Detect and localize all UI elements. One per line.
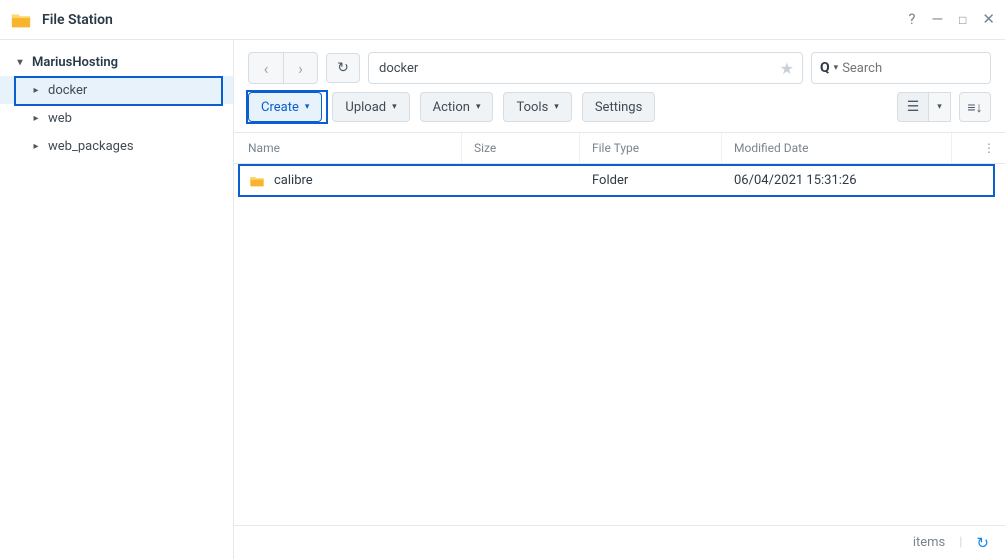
- help-icon[interactable]: ?: [908, 12, 915, 27]
- status-reload-button[interactable]: ↻: [976, 534, 989, 552]
- sort-icon: ≡↓: [967, 99, 982, 116]
- nav-forward-button[interactable]: ›: [283, 53, 317, 83]
- app-folder-icon: [10, 9, 32, 31]
- path-input[interactable]: docker ★: [368, 52, 803, 84]
- minimize-icon[interactable]: —: [931, 12, 943, 27]
- search-icon: Q: [820, 60, 830, 76]
- nav-back-button[interactable]: ‹: [249, 53, 283, 83]
- list-view-button[interactable]: ☰: [897, 92, 929, 122]
- content-area: ‹ › ↻ docker ★ Q▾ Create ▾ Upload ▾: [234, 40, 1005, 559]
- view-buttons: ☰ ▾ ≡↓: [897, 92, 991, 122]
- reload-icon: ↻: [337, 60, 349, 76]
- create-button[interactable]: Create ▾: [248, 92, 322, 122]
- caret-down-icon: ▾: [14, 57, 26, 68]
- cell-name: calibre: [234, 173, 462, 189]
- col-menu[interactable]: ⋮: [952, 133, 1005, 163]
- tree-item-label: docker: [48, 83, 87, 98]
- settings-button[interactable]: Settings: [582, 92, 655, 122]
- cell-modified: 06/04/2021 15:31:26: [722, 173, 952, 188]
- app-title: File Station: [42, 12, 908, 28]
- tree-root-label: MariusHosting: [32, 55, 118, 70]
- status-bar: items | ↻: [234, 525, 1005, 559]
- action-label: Action: [433, 100, 470, 115]
- list-icon: ☰: [907, 99, 920, 115]
- view-dropdown-button[interactable]: ▾: [929, 92, 951, 122]
- table-row[interactable]: calibre Folder 06/04/2021 15:31:26: [234, 164, 1005, 197]
- maximize-icon[interactable]: □: [959, 14, 966, 26]
- chevron-down-icon: ▾: [476, 102, 481, 112]
- row-name: calibre: [274, 173, 313, 188]
- folder-icon: [248, 173, 266, 189]
- search-box[interactable]: Q▾: [811, 52, 991, 84]
- items-label: items: [913, 535, 945, 550]
- tree-root[interactable]: ▾ MariusHosting: [0, 48, 233, 76]
- tree-item-label: web: [48, 111, 72, 126]
- close-icon[interactable]: ✕: [982, 12, 995, 27]
- action-button[interactable]: Action ▾: [420, 92, 494, 122]
- create-label: Create: [261, 100, 299, 115]
- tree-item-web[interactable]: ▸ web: [0, 104, 233, 132]
- nav-buttons: ‹ ›: [248, 52, 318, 84]
- tree-item-docker[interactable]: ▸ docker: [0, 76, 233, 104]
- star-icon[interactable]: ★: [780, 59, 794, 78]
- upload-button[interactable]: Upload ▾: [332, 92, 409, 122]
- titlebar: File Station ? — □ ✕: [0, 0, 1005, 40]
- col-name[interactable]: Name: [234, 133, 462, 163]
- cell-type: Folder: [580, 173, 722, 188]
- chevron-left-icon: ‹: [264, 59, 269, 78]
- reload-icon: ↻: [976, 534, 989, 552]
- settings-label: Settings: [595, 100, 642, 115]
- table-header: Name Size File Type Modified Date ⋮: [234, 132, 1005, 164]
- caret-right-icon: ▸: [30, 85, 42, 96]
- col-size[interactable]: Size: [462, 133, 580, 163]
- kebab-icon: ⋮: [983, 141, 995, 155]
- caret-right-icon: ▸: [30, 113, 42, 124]
- caret-right-icon: ▸: [30, 141, 42, 152]
- col-type[interactable]: File Type: [580, 133, 722, 163]
- path-value: docker: [379, 61, 418, 76]
- chevron-down-icon: ▾: [554, 102, 559, 112]
- chevron-down-icon: ▾: [392, 102, 397, 112]
- chevron-right-icon: ›: [298, 59, 303, 78]
- window-controls: ? — □ ✕: [908, 12, 995, 27]
- divider: |: [959, 535, 962, 550]
- tools-label: Tools: [516, 100, 548, 115]
- tree-item-web-packages[interactable]: ▸ web_packages: [0, 132, 233, 160]
- col-modified[interactable]: Modified Date: [722, 133, 952, 163]
- nav-toolbar: ‹ › ↻ docker ★ Q▾: [234, 40, 1005, 92]
- main-area: ▾ MariusHosting ▸ docker ▸ web ▸ web_pac…: [0, 40, 1005, 559]
- chevron-down-icon: ▾: [834, 63, 839, 73]
- reload-button[interactable]: ↻: [326, 53, 360, 83]
- upload-label: Upload: [345, 100, 386, 115]
- chevron-down-icon: ▾: [305, 102, 310, 112]
- sort-button[interactable]: ≡↓: [959, 92, 991, 122]
- sidebar: ▾ MariusHosting ▸ docker ▸ web ▸ web_pac…: [0, 40, 234, 559]
- search-input[interactable]: [842, 61, 1005, 76]
- tree-item-label: web_packages: [48, 139, 134, 154]
- tools-button[interactable]: Tools ▾: [503, 92, 571, 122]
- chevron-down-icon: ▾: [937, 102, 942, 112]
- action-toolbar: Create ▾ Upload ▾ Action ▾ Tools ▾ Setti…: [234, 92, 1005, 132]
